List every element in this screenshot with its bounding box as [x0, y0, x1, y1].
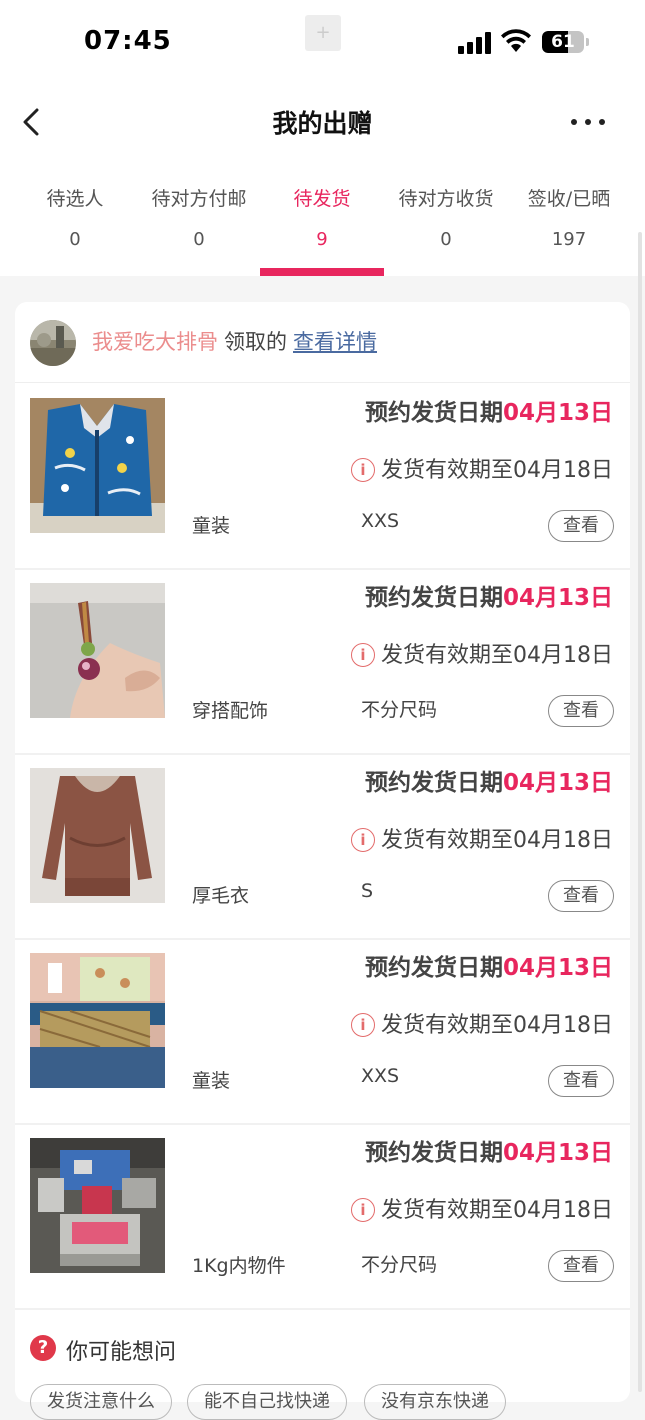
scheduled-ship-date: 预约发货日期04月13日 — [365, 948, 613, 982]
page-title: 我的出赠 — [272, 109, 373, 138]
tab-label: 待发货 — [293, 188, 351, 210]
ship-validity: i 发货有效期至04月18日 — [351, 452, 613, 484]
kids-clothes-photo[interactable] — [30, 953, 165, 1088]
validity-text: 发货有效期至04月18日 — [381, 1198, 613, 1223]
status-time: 07:45 — [84, 26, 172, 56]
faq-chip[interactable]: 没有京东快递 — [364, 1384, 506, 1420]
validity-text: 发货有效期至04月18日 — [381, 458, 613, 483]
wifi-icon — [501, 29, 531, 52]
validity-text: 发货有效期至04月18日 — [381, 643, 613, 668]
scheduled-ship-date: 预约发货日期04月13日 — [365, 763, 613, 797]
list-item[interactable]: 预约发货日期04月13日 i 发货有效期至04月18日 1Kg内物件 不分尺码 查… — [15, 1123, 630, 1310]
status-tabs: 待选人 0 待对方付邮 0 待发货 9 待对方收货 0 签收/已晒 197 — [13, 182, 631, 276]
tab-label: 待选人 — [46, 188, 104, 210]
tab-count: 0 — [193, 229, 205, 250]
schedule-date: 04月13日 — [502, 585, 613, 611]
robot-toy-photo[interactable] — [30, 1138, 165, 1273]
claim-card: 我爱吃大排骨 领取的 查看详情 预约发货日期04月13日 i 发货有效期至04月18日… — [15, 302, 630, 1420]
avatar[interactable] — [30, 320, 76, 366]
ship-validity: i 发货有效期至04月18日 — [351, 1192, 613, 1224]
schedule-label: 预约发货日期 — [364, 1140, 503, 1166]
info-icon[interactable]: i — [351, 828, 375, 852]
view-button[interactable]: 查看 — [548, 1065, 614, 1097]
tab-count: 0 — [69, 229, 81, 250]
tab-count: 197 — [551, 229, 587, 250]
tab-awaiting-postage[interactable]: 待对方付邮 0 — [137, 182, 261, 276]
claim-header: 我爱吃大排骨 领取的 查看详情 — [15, 302, 630, 383]
list-item[interactable]: 预约发货日期04月13日 i 发货有效期至04月18日 厚毛衣 S 查看 — [15, 753, 630, 940]
schedule-date: 04月13日 — [502, 1140, 613, 1166]
view-button[interactable]: 查看 — [548, 880, 614, 912]
ship-validity: i 发货有效期至04月18日 — [351, 637, 613, 669]
schedule-date: 04月13日 — [502, 955, 613, 981]
tab-awaiting-receipt[interactable]: 待对方收货 0 — [384, 182, 508, 276]
view-button[interactable]: 查看 — [548, 695, 614, 727]
battery-tip — [586, 38, 589, 46]
schedule-label: 预约发货日期 — [364, 955, 503, 981]
item-category: 厚毛衣 — [192, 885, 250, 907]
schedule-date: 04月13日 — [502, 400, 613, 426]
tab-count: 9 — [316, 229, 328, 250]
tab-pending-selection[interactable]: 待选人 0 — [13, 182, 137, 276]
item-size: XXS — [361, 1065, 400, 1087]
scheduled-ship-date: 预约发货日期04月13日 — [365, 578, 613, 612]
info-icon[interactable]: i — [351, 1013, 375, 1037]
item-category: 童装 — [192, 1070, 231, 1092]
tab-to-ship[interactable]: 待发货 9 — [260, 182, 384, 276]
ship-validity: i 发货有效期至04月18日 — [351, 822, 613, 854]
battery-icon: 61 — [542, 31, 584, 53]
cellular-signal-icon — [458, 32, 492, 54]
view-button[interactable]: 查看 — [548, 1250, 614, 1282]
list-item[interactable]: 预约发货日期04月13日 i 发货有效期至04月18日 童装 XXS 查看 — [15, 383, 630, 570]
battery-level: 61 — [551, 32, 575, 52]
item-size: S — [361, 880, 374, 902]
status-bar: 07:45 + 61 — [0, 0, 645, 88]
faq-chip[interactable]: 能不自己找快递 — [187, 1384, 347, 1420]
view-details-link[interactable]: 查看详情 — [293, 330, 377, 354]
schedule-label: 预约发货日期 — [364, 770, 503, 796]
validity-text: 发货有效期至04月18日 — [381, 828, 613, 853]
scrollbar[interactable] — [638, 232, 642, 1392]
info-icon[interactable]: i — [351, 1198, 375, 1222]
schedule-label: 预约发货日期 — [364, 400, 503, 426]
tab-label: 待对方付邮 — [151, 188, 247, 210]
list-item[interactable]: 预约发货日期04月13日 i 发货有效期至04月18日 童装 XXS 查看 — [15, 938, 630, 1125]
faq-title: 你可能想问 — [66, 1340, 177, 1365]
item-category: 1Kg内物件 — [192, 1255, 286, 1277]
info-icon[interactable]: i — [351, 458, 375, 482]
schedule-date: 04月13日 — [502, 770, 613, 796]
active-tab-indicator — [260, 268, 384, 276]
brown-sweater-photo[interactable] — [30, 768, 165, 903]
ship-validity: i 发货有效期至04月18日 — [351, 1007, 613, 1039]
faq-chip[interactable]: 发货注意什么 — [30, 1384, 172, 1420]
tab-received[interactable]: 签收/已晒 197 — [507, 182, 631, 276]
scheduled-ship-date: 预约发货日期04月13日 — [365, 393, 613, 427]
view-button[interactable]: 查看 — [548, 510, 614, 542]
more-options-icon[interactable] — [566, 108, 610, 136]
info-icon[interactable]: i — [351, 643, 375, 667]
tab-label: 待对方收货 — [398, 188, 494, 210]
item-category: 穿搭配饰 — [192, 700, 269, 722]
camera-indicator-icon: + — [305, 15, 341, 51]
faq-section: ? 你可能想问 发货注意什么 能不自己找快递 没有京东快递 — [15, 1312, 630, 1420]
tab-count: 0 — [440, 229, 452, 250]
claim-text: 我爱吃大排骨 领取的 查看详情 — [92, 326, 377, 356]
item-category: 童装 — [192, 515, 231, 537]
blue-kids-vest-photo[interactable] — [30, 398, 165, 533]
beaded-keychain-photo[interactable] — [30, 583, 165, 718]
item-size: 不分尺码 — [361, 699, 438, 721]
list-item[interactable]: 预约发货日期04月13日 i 发货有效期至04月18日 穿搭配饰 不分尺码 查看 — [15, 568, 630, 755]
validity-text: 发货有效期至04月18日 — [381, 1013, 613, 1038]
schedule-label: 预约发货日期 — [364, 585, 503, 611]
question-icon: ? — [30, 1335, 56, 1361]
claim-label: 领取的 — [224, 330, 287, 354]
scheduled-ship-date: 预约发货日期04月13日 — [365, 1133, 613, 1167]
claimer-name[interactable]: 我爱吃大排骨 — [92, 330, 218, 354]
item-size: 不分尺码 — [361, 1254, 438, 1276]
item-size: XXS — [361, 510, 400, 532]
tab-label: 签收/已晒 — [527, 188, 611, 210]
